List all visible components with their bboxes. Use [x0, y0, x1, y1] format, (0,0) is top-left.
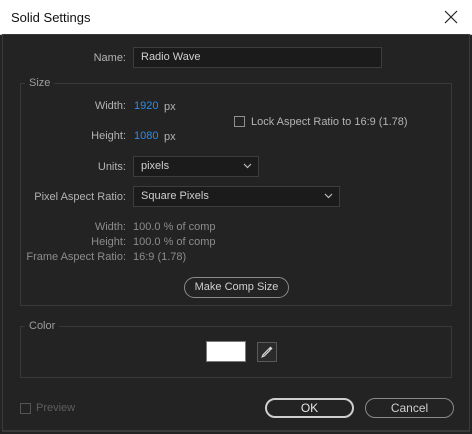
- height-unit: px: [164, 131, 176, 143]
- pixel-aspect-ratio-value: Square Pixels: [141, 190, 209, 202]
- width-label: Width:: [94, 100, 126, 112]
- pixel-aspect-ratio-select[interactable]: Square Pixels: [133, 186, 340, 207]
- title-bar: Solid Settings: [0, 0, 472, 35]
- cancel-button[interactable]: Cancel: [365, 398, 454, 418]
- width-value[interactable]: 1920: [134, 100, 158, 112]
- info-width-label: Width:: [94, 221, 126, 233]
- name-input[interactable]: Radio Wave: [133, 47, 382, 68]
- units-select[interactable]: pixels: [133, 156, 259, 177]
- height-label: Height:: [91, 130, 126, 142]
- solid-settings-dialog: Solid Settings Name: Radio Wave Size Wid…: [0, 0, 472, 434]
- info-height-value: 100.0 % of comp: [133, 236, 216, 248]
- preview-checkbox[interactable]: [20, 403, 31, 414]
- pixel-aspect-ratio-label: Pixel Aspect Ratio:: [34, 191, 126, 203]
- bottom-divider: [3, 430, 469, 431]
- width-unit: px: [164, 101, 176, 113]
- color-swatch[interactable]: [205, 340, 247, 363]
- info-frame-aspect-label: Frame Aspect Ratio:: [26, 251, 126, 263]
- size-group-label: Size: [25, 77, 55, 89]
- name-label: Name:: [93, 52, 126, 64]
- make-comp-size-button[interactable]: Make Comp Size: [184, 277, 289, 298]
- info-width-value: 100.0 % of comp: [133, 221, 216, 233]
- color-group-label: Color: [25, 320, 60, 332]
- height-value[interactable]: 1080: [134, 130, 158, 142]
- ok-button[interactable]: OK: [265, 398, 354, 418]
- chevron-down-icon: [243, 160, 252, 172]
- chevron-down-icon: [324, 190, 333, 202]
- close-icon[interactable]: [440, 6, 462, 28]
- info-frame-aspect-value: 16:9 (1.78): [133, 251, 187, 263]
- lock-aspect-label[interactable]: Lock Aspect Ratio to 16:9 (1.78): [251, 116, 408, 128]
- units-label: Units:: [97, 161, 126, 173]
- lock-aspect-checkbox[interactable]: [234, 116, 245, 127]
- preview-label[interactable]: Preview: [36, 402, 75, 414]
- dialog-title: Solid Settings: [11, 10, 91, 25]
- info-height-label: Height:: [91, 236, 126, 248]
- units-select-value: pixels: [141, 160, 170, 172]
- eyedropper-icon[interactable]: [257, 342, 277, 362]
